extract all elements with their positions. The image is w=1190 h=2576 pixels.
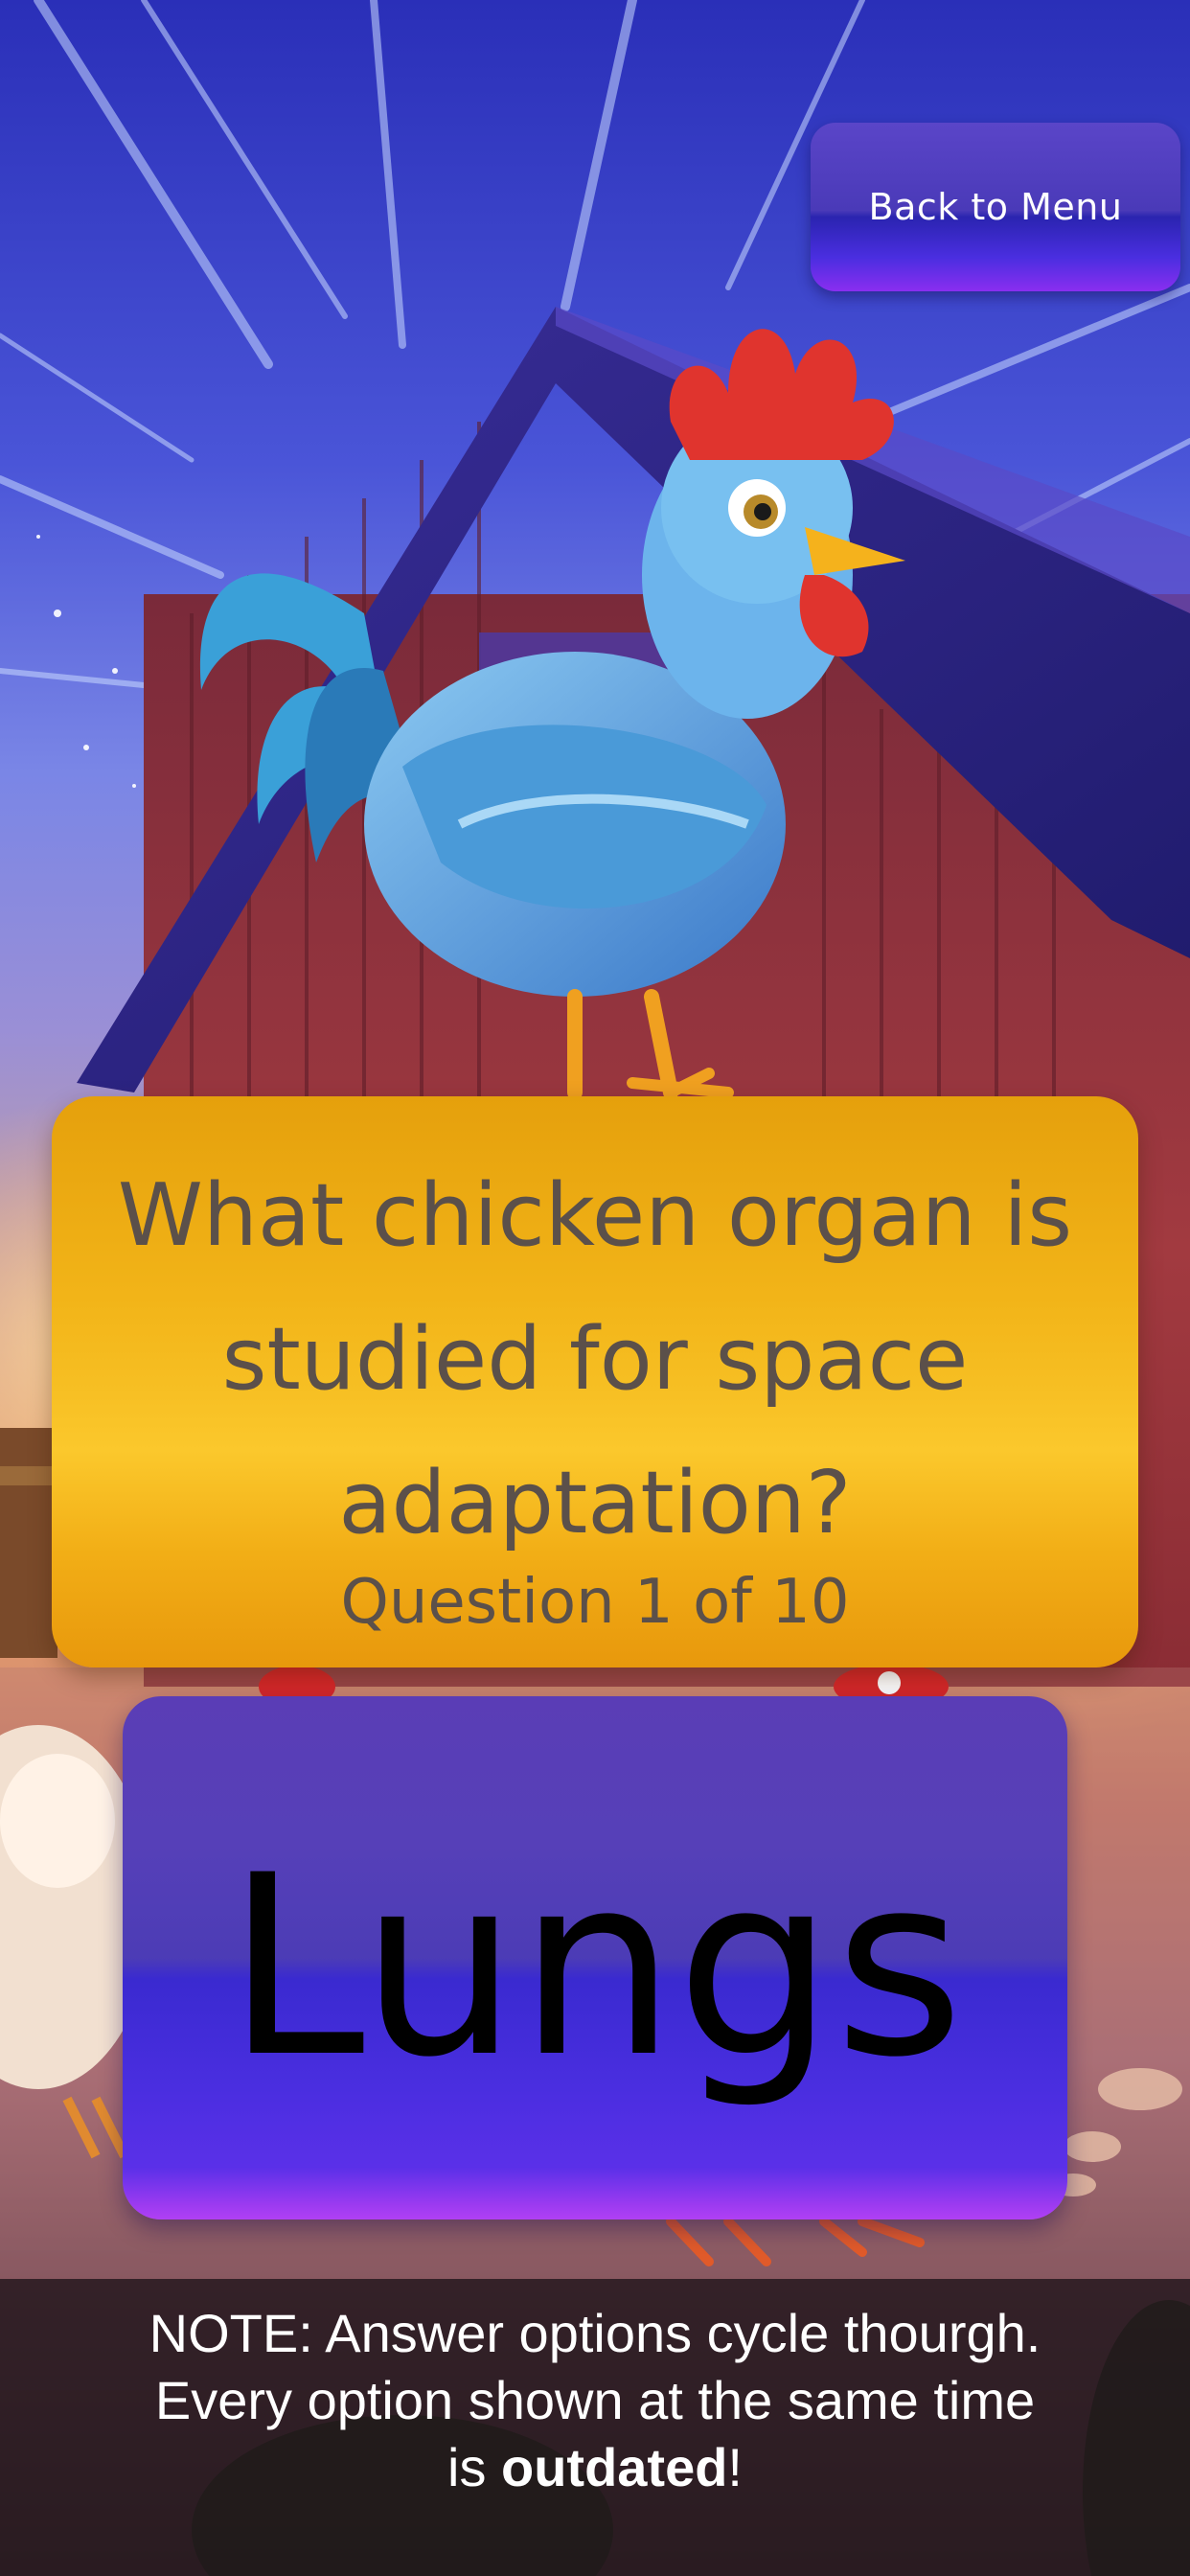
answer-option-button[interactable]: Lungs	[123, 1696, 1067, 2220]
note-text: NOTE: Answer options cycle thourgh. Ever…	[38, 2300, 1152, 2501]
note-emphasis: outdated	[501, 2437, 728, 2497]
note-line-2: Every option shown at the same time	[154, 2370, 1036, 2430]
question-card: What chicken organ is studied for space …	[52, 1096, 1138, 1668]
note-line-3: is outdated!	[38, 2434, 1152, 2501]
note-line-3-suffix: !	[727, 2437, 743, 2497]
back-to-menu-button[interactable]: Back to Menu	[811, 123, 1180, 291]
note-line-1: NOTE: Answer options cycle thourgh.	[149, 2303, 1041, 2363]
question-counter: Question 1 of 10	[340, 1567, 850, 1638]
question-text: What chicken organ is studied for space …	[117, 1165, 1073, 1553]
note-line-3-prefix: is	[447, 2437, 501, 2497]
game-scene: Back to Menu What chicken organ is studi…	[0, 0, 1190, 2576]
fence-illustration	[0, 1428, 57, 1658]
note-banner: NOTE: Answer options cycle thourgh. Ever…	[0, 2279, 1190, 2576]
answer-option-label: Lungs	[225, 1823, 965, 2112]
